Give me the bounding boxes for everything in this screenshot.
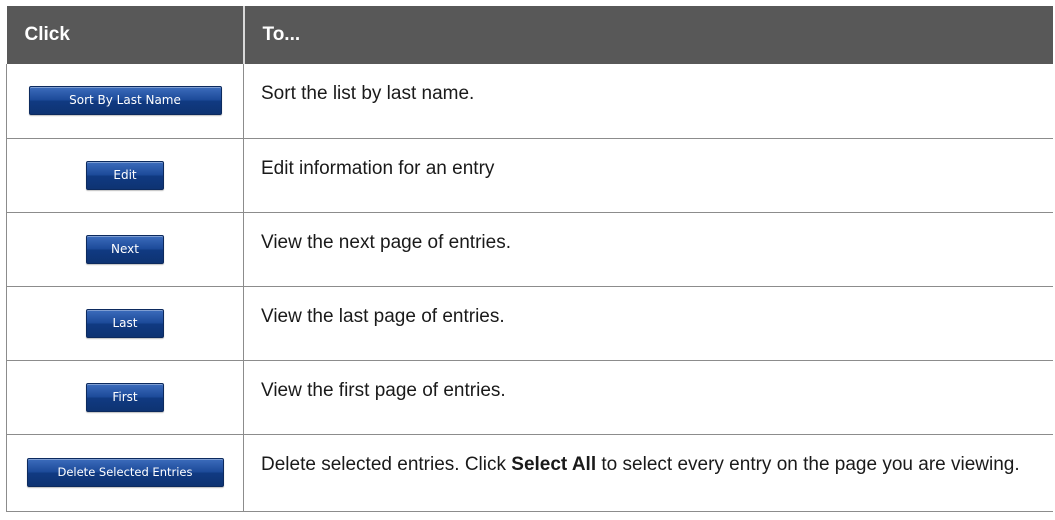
- table-row: Edit Edit information for an entry: [6, 138, 1053, 213]
- table-row: Last View the last page of entries.: [6, 286, 1053, 361]
- button-cell: Sort By Last Name: [6, 64, 244, 139]
- button-cell: First: [6, 360, 244, 435]
- table-row: Next View the next page of entries.: [6, 212, 1053, 287]
- table-row: Sort By Last Name Sort the list by last …: [6, 64, 1053, 139]
- sort-by-last-name-button[interactable]: Sort By Last Name: [28, 86, 222, 116]
- description-cell: View the next page of entries.: [243, 212, 1053, 287]
- table-header-row: Click To...: [6, 6, 1053, 64]
- select-all-term: Select All: [511, 453, 597, 475]
- description-cell: Delete selected entries. Click Select Al…: [243, 434, 1053, 512]
- column-header-to: To...: [242, 6, 1053, 64]
- last-button[interactable]: Last: [86, 308, 164, 338]
- description-cell: View the first page of entries.: [243, 360, 1053, 435]
- button-cell: Last: [6, 286, 244, 361]
- description-cell: View the last page of entries.: [243, 286, 1053, 361]
- table-row: Delete Selected Entries Delete selected …: [6, 434, 1053, 512]
- button-cell: Edit: [6, 138, 244, 213]
- next-button[interactable]: Next: [86, 234, 164, 264]
- button-reference-table: Click To... Sort By Last Name Sort the l…: [6, 6, 1053, 512]
- edit-button[interactable]: Edit: [86, 160, 164, 190]
- description-cell: Sort the list by last name.: [243, 64, 1053, 139]
- column-header-click: Click: [6, 6, 244, 64]
- button-cell: Next: [6, 212, 244, 287]
- button-cell: Delete Selected Entries: [6, 434, 244, 512]
- description-cell: Edit information for an entry: [243, 138, 1053, 213]
- description-text: to select every entry on the page you ar…: [596, 453, 1020, 475]
- table-row: First View the first page of entries.: [6, 360, 1053, 435]
- description-text: Delete selected entries. Click: [261, 453, 512, 475]
- first-button[interactable]: First: [86, 382, 164, 412]
- delete-selected-entries-button[interactable]: Delete Selected Entries: [26, 458, 224, 487]
